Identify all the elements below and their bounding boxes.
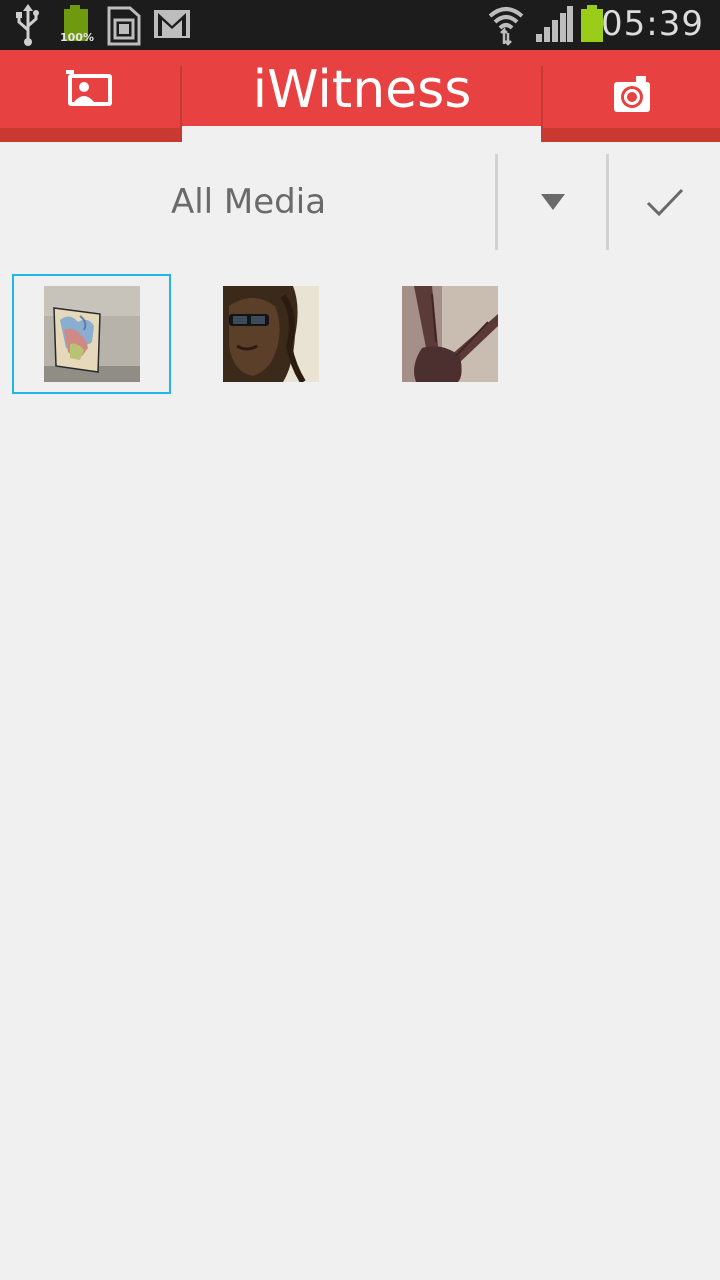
usb-icon xyxy=(16,4,39,46)
battery-full-icon: 100% xyxy=(60,0,94,50)
status-bar: 100% 05:39 xyxy=(0,0,720,50)
camera-icon xyxy=(613,76,650,112)
dropdown-button[interactable] xyxy=(499,142,607,262)
media-item-map-photo[interactable] xyxy=(12,274,171,394)
media-filter-label[interactable]: All Media xyxy=(0,142,497,262)
action-bar: iWitness xyxy=(0,50,720,142)
face-photo-thumbnail xyxy=(222,286,319,382)
gallery-icon xyxy=(66,70,112,106)
tab-gallery[interactable] xyxy=(0,50,180,142)
battery-percent-label: 100% xyxy=(60,31,94,44)
media-item-hand-photo[interactable] xyxy=(370,274,529,394)
dropdown-arrow-icon xyxy=(541,194,565,210)
gmail-icon xyxy=(154,10,190,38)
map-photo-thumbnail xyxy=(43,286,140,382)
confirm-button[interactable] xyxy=(610,142,720,262)
divider xyxy=(495,154,498,250)
signal-icon xyxy=(536,6,573,42)
hand-photo-thumbnail xyxy=(401,286,498,382)
clock: 05:39 xyxy=(601,4,704,44)
checkmark-icon xyxy=(646,188,684,217)
app-title: iWitness xyxy=(252,60,472,120)
title-tab-indicator xyxy=(182,126,542,142)
wifi-icon xyxy=(488,7,524,46)
tab-camera[interactable] xyxy=(543,50,720,142)
media-item-face-photo[interactable] xyxy=(191,274,350,394)
filter-bar: All Media xyxy=(0,142,720,262)
sd-card-icon xyxy=(107,6,141,46)
divider xyxy=(606,154,609,250)
